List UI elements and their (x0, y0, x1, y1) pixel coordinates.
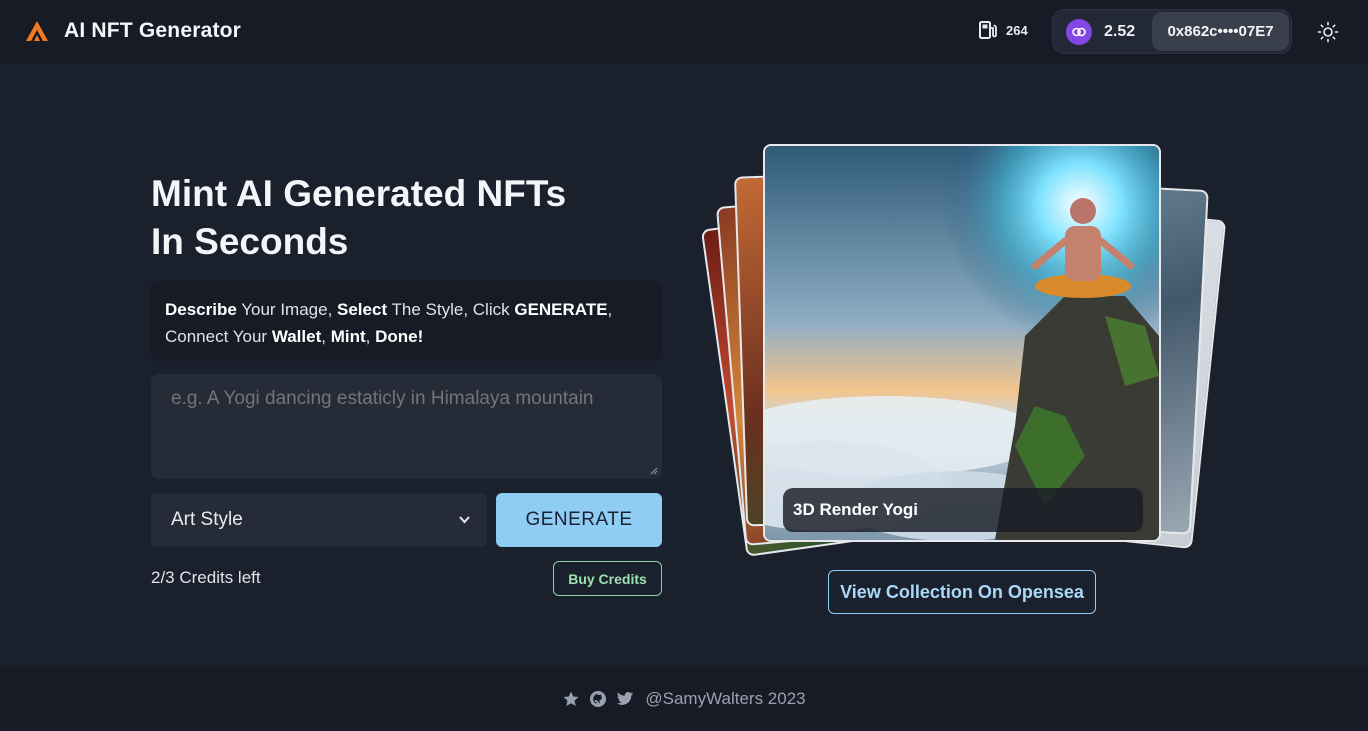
gas-indicator: 264 (978, 20, 1028, 40)
logo-icon (26, 21, 48, 41)
footer-credit: @SamyWalters 2023 (645, 689, 806, 708)
desc-text: Connect Your (165, 327, 272, 346)
instructions-box: Describe Your Image, Select The Style, C… (151, 281, 662, 361)
buy-credits-button[interactable]: Buy Credits (553, 561, 662, 596)
wallet-address-button[interactable]: 0x862c••••07E7 (1152, 12, 1289, 51)
desc-done: Done! (375, 327, 424, 346)
sun-icon[interactable] (1317, 21, 1339, 43)
brand-name: AI NFT Generator (64, 19, 242, 42)
page-title: Mint AI Generated NFTs In Seconds (151, 170, 671, 266)
footer: @SamyWalters 2023 (0, 667, 1368, 731)
desc-text: The Style, Click (387, 300, 515, 319)
resize-grip-icon[interactable] (650, 467, 658, 475)
wallet-widget[interactable]: 2.52 0x862c••••07E7 (1052, 9, 1292, 54)
polygon-icon (1066, 18, 1092, 45)
gas-pump-icon (979, 21, 997, 39)
credits-left: 2/3 Credits left (151, 568, 261, 587)
art-style-label: Art Style (171, 509, 243, 530)
headline-line-2: In Seconds (151, 221, 349, 262)
desc-text: , (321, 327, 331, 346)
desc-select: Select (337, 300, 388, 319)
github-icon[interactable] (589, 690, 607, 708)
prompt-input[interactable] (151, 374, 662, 479)
desc-wallet: Wallet (271, 327, 322, 346)
star-icon[interactable] (562, 690, 580, 708)
nft-card-stack: 3D Render Yogi (700, 130, 1230, 560)
desc-text: Your Image, (236, 300, 338, 319)
headline-line-1: Mint AI Generated NFTs (151, 173, 567, 214)
chevron-down-icon (459, 516, 470, 524)
art-style-select[interactable]: Art Style (151, 493, 487, 547)
desc-describe: Describe (165, 300, 237, 319)
generate-button[interactable]: GENERATE (496, 493, 662, 547)
view-collection-button[interactable]: View Collection On Opensea (828, 570, 1096, 614)
desc-text: , (607, 300, 613, 319)
top-navbar: AI NFT Generator 264 2.52 0x862c••••07E7 (0, 0, 1368, 63)
desc-text: , (365, 327, 376, 346)
wallet-balance: 2.52 (1104, 22, 1136, 40)
twitter-icon[interactable] (616, 690, 634, 708)
brand[interactable]: AI NFT Generator (24, 18, 241, 44)
desc-mint: Mint (330, 327, 366, 346)
nft-card-featured[interactable]: 3D Render Yogi (763, 144, 1161, 542)
gas-value: 264 (1006, 22, 1028, 38)
desc-generate: GENERATE (514, 300, 608, 319)
nft-artwork (765, 146, 1159, 540)
nft-caption: 3D Render Yogi (783, 488, 1143, 532)
